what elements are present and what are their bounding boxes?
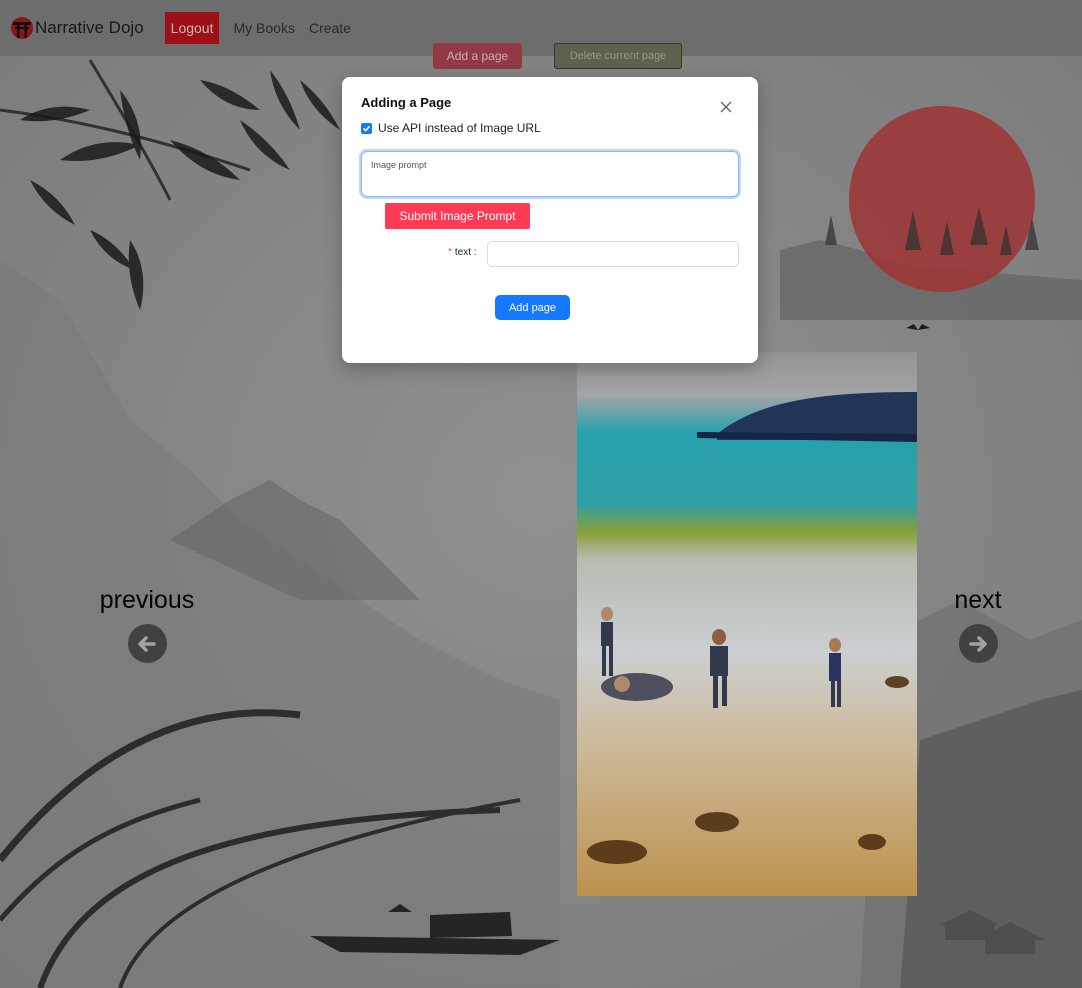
use-api-label: Use API instead of Image URL	[378, 121, 541, 135]
use-api-checkbox[interactable]	[361, 122, 372, 134]
add-page-button[interactable]: Add page	[495, 295, 570, 320]
modal-title: Adding a Page	[361, 95, 452, 110]
close-icon[interactable]	[719, 100, 733, 114]
text-label: text	[454, 247, 472, 258]
text-field-label: * text :	[448, 247, 477, 258]
add-page-modal: Adding a Page Use API instead of Image U…	[342, 77, 758, 363]
text-input[interactable]	[487, 241, 739, 267]
image-prompt-input[interactable]: Image prompt	[361, 151, 739, 197]
use-api-toggle[interactable]: Use API instead of Image URL	[361, 121, 541, 135]
submit-image-prompt-button[interactable]: Submit Image Prompt	[385, 203, 530, 229]
required-mark: *	[448, 247, 452, 258]
check-icon	[362, 125, 371, 132]
